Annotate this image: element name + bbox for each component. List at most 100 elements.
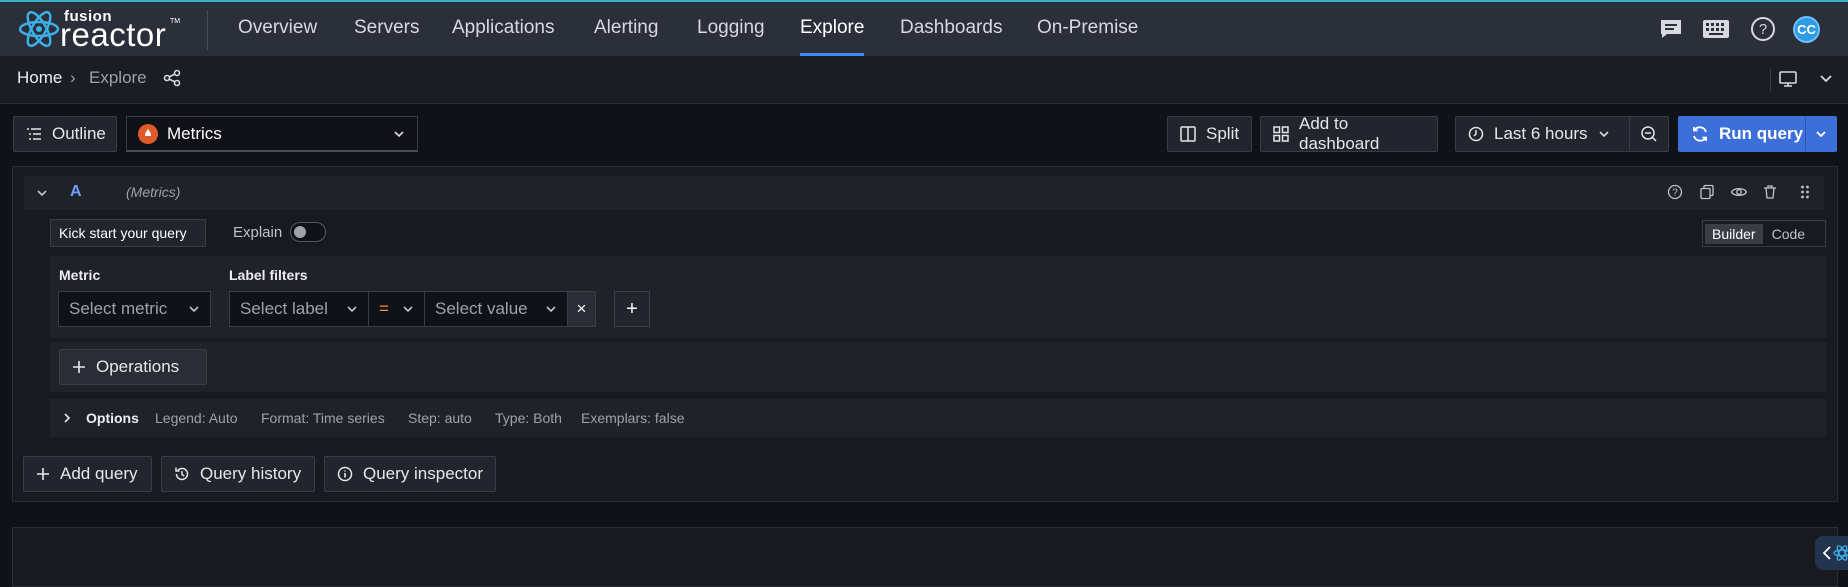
chevron-down-icon [1598,129,1610,139]
time-range-label: Last 6 hours [1494,124,1588,143]
datasource-icon [137,123,159,145]
query-datasource-label: (Metrics) [126,184,181,200]
breadcrumb-current: Explore [89,68,147,87]
options-title: Options [86,410,139,426]
breadcrumb-divider [1770,68,1771,92]
builder-mode-button[interactable]: Builder [1705,223,1763,244]
breadcrumb-home[interactable]: Home [17,68,62,88]
fusionreactor-logo[interactable]: fusion reactor TM [18,4,188,54]
nav-dashboards[interactable]: Dashboards [900,2,1002,56]
run-query-label: Run query [1719,124,1804,143]
operator-value: = [379,299,389,318]
editor-mode-switch: Builder Code [1702,220,1826,247]
options-exemplars: Exemplars: false [581,410,685,426]
add-query-button[interactable]: Add query [23,456,152,492]
user-avatar[interactable]: CC [1793,16,1820,43]
outline-icon [26,127,42,141]
datasource-picker[interactable]: Metrics [126,116,418,152]
query-inspector-label: Query inspector [363,464,483,483]
nav-servers[interactable]: Servers [354,2,419,56]
collapse-chevron-icon[interactable] [36,188,48,198]
explain-toggle[interactable] [290,222,326,242]
chevron-down-icon [402,304,414,314]
nav-applications[interactable]: Applications [452,2,554,56]
explain-label: Explain [233,224,283,241]
query-ref-letter[interactable]: A [70,183,82,201]
share-icon[interactable] [163,69,181,87]
datasource-name: Metrics [167,123,222,143]
outline-button[interactable]: Outline [13,116,117,152]
nav-divider [207,10,208,50]
chevron-down-icon [545,304,557,314]
remove-filter-button[interactable]: × [567,291,596,327]
value-select[interactable]: Select value [424,291,568,327]
query-row-header [24,176,1824,210]
info-icon [337,466,353,482]
nav-alerting[interactable]: Alerting [594,2,658,56]
options-legend: Legend: Auto [155,410,238,426]
chevron-down-icon [1815,129,1827,139]
split-button[interactable]: Split [1167,116,1252,152]
nav-explore[interactable]: Explore [800,2,865,56]
operations-section [50,342,1826,392]
label-filters-label: Label filters [229,267,308,283]
logo-trademark: TM [170,18,181,25]
query-inspector-button[interactable]: Query inspector [324,456,496,492]
outline-label: Outline [52,124,106,143]
svg-text:?: ? [1759,21,1767,38]
chat-icon[interactable] [1656,14,1686,44]
keyboard-icon[interactable] [1701,14,1731,44]
operations-button[interactable]: Operations [59,349,207,385]
nav-overview[interactable]: Overview [238,2,317,56]
nav-logging[interactable]: Logging [697,2,765,56]
clock-icon [1468,126,1484,142]
options-type: Type: Both [495,410,562,426]
chevron-down-icon [188,304,200,314]
assistant-toggle-button[interactable] [1815,536,1848,570]
history-icon [174,466,190,482]
nav-on-premise[interactable]: On-Premise [1037,2,1138,56]
query-options-row[interactable]: Options Legend: Auto Format: Time series… [50,399,1826,437]
trash-icon[interactable] [1762,184,1778,200]
query-history-label: Query history [200,464,302,483]
metric-label: Metric [59,267,101,283]
dashboard-grid-icon [1273,126,1289,142]
operator-select[interactable]: = [368,291,425,327]
operations-label: Operations [96,357,180,376]
options-step: Step: auto [408,410,472,426]
tv-mode-icon[interactable] [1778,69,1798,89]
add-filter-button[interactable]: + [614,291,650,327]
chevron-down-icon [393,129,405,139]
kick-start-button[interactable]: Kick start your query [50,219,206,247]
metric-select[interactable]: Select metric [58,291,211,327]
run-query-options-button[interactable] [1805,116,1837,152]
top-navbar: fusion reactor TM Overview Servers Appli… [0,0,1848,56]
zoom-out-icon [1640,125,1658,143]
help-icon[interactable]: ? [1748,14,1778,44]
split-label: Split [1206,124,1240,143]
plus-icon [72,360,86,374]
query-history-button[interactable]: Query history [161,456,315,492]
svg-text:?: ? [1672,188,1678,199]
help-icon[interactable]: ? [1667,184,1683,200]
label-select[interactable]: Select label [229,291,369,327]
drag-handle-icon[interactable] [1800,184,1810,200]
breadcrumb-separator: › [70,68,76,87]
plus-icon [36,467,50,481]
refresh-icon [1691,125,1709,143]
split-icon [1180,126,1196,142]
duplicate-icon[interactable] [1699,184,1715,200]
time-range-picker[interactable]: Last 6 hours [1455,116,1630,152]
zoom-out-button[interactable] [1629,116,1669,152]
eye-icon[interactable] [1730,184,1748,200]
add-to-dashboard-button[interactable]: Add to dashboard [1260,114,1438,153]
logo-text-big: reactor [60,16,167,53]
add-query-label: Add query [60,464,138,483]
label-placeholder: Select label [240,299,328,318]
chevron-right-icon [62,412,72,424]
code-mode-button[interactable]: Code [1765,224,1812,244]
chevron-left-icon [1821,545,1833,561]
results-panel [12,527,1838,587]
chevron-down-icon [346,304,358,314]
chevron-down-icon[interactable] [1818,72,1834,86]
